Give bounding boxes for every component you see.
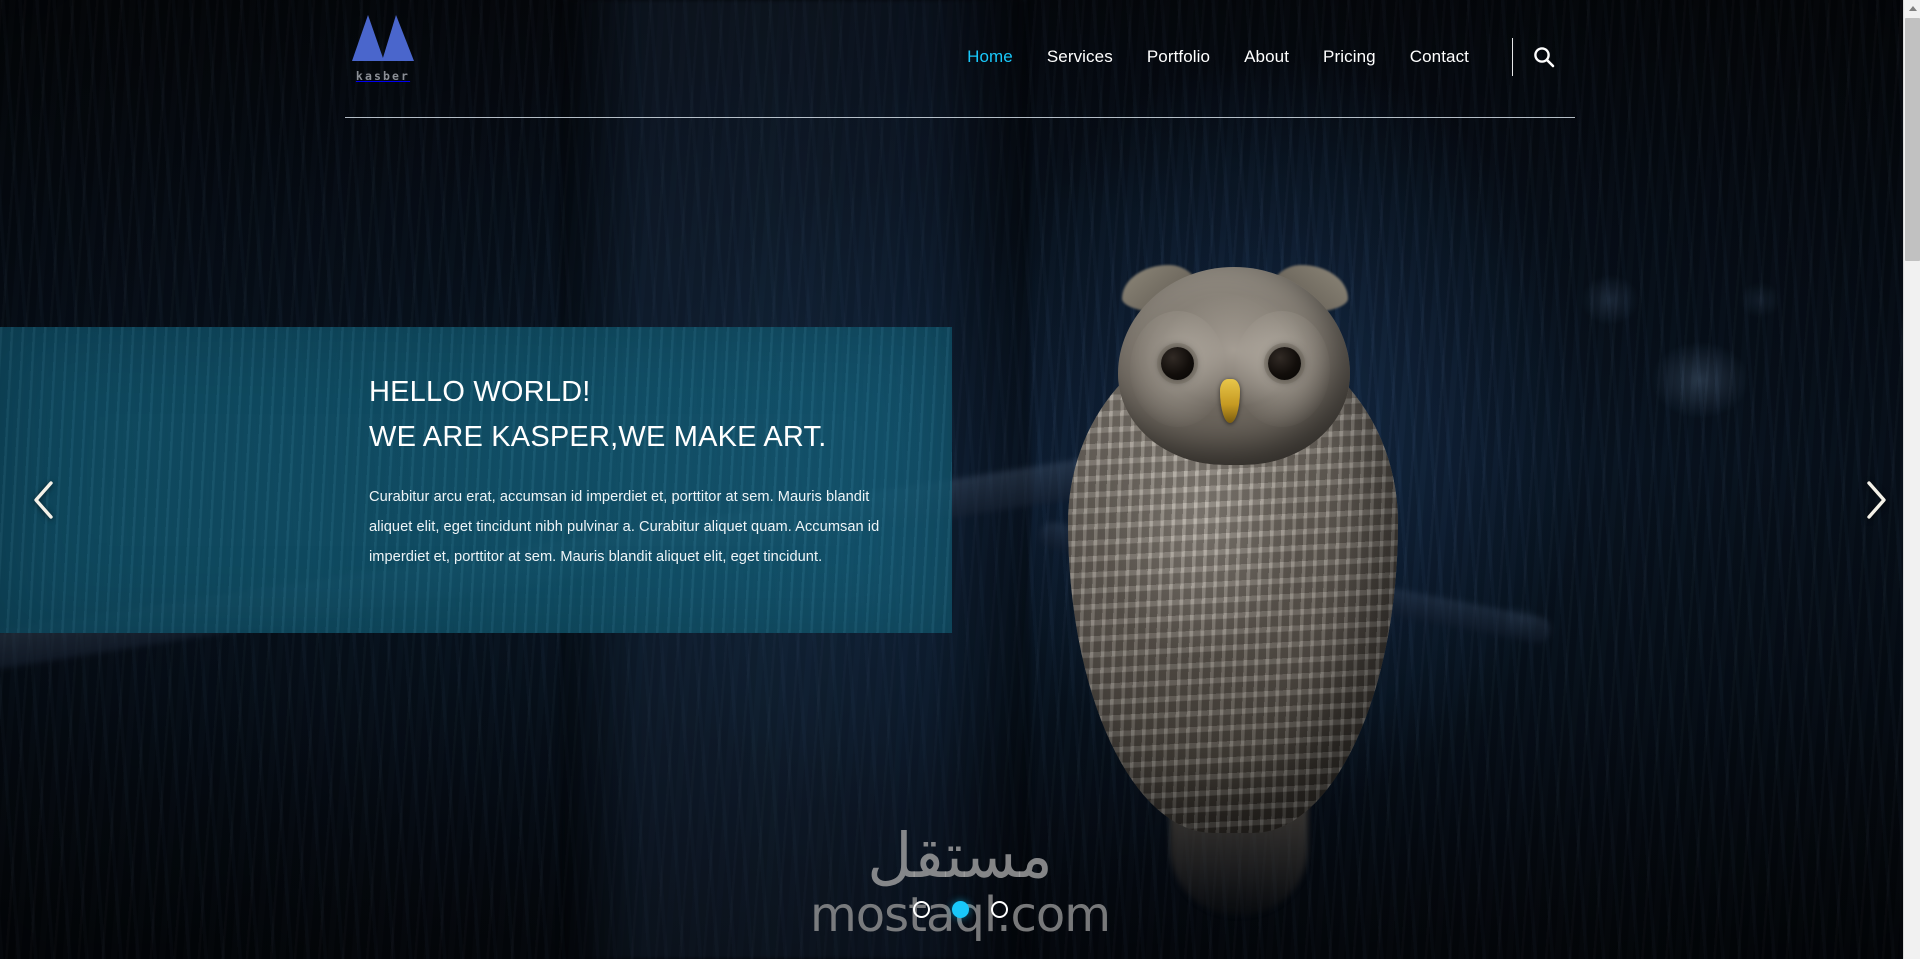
scrollbar-up-arrow[interactable] [1904,0,1920,17]
owl-eye-left [1161,347,1194,380]
search-icon [1534,47,1555,68]
carousel-bullet-2[interactable] [951,901,969,918]
hero-heading-line2: WE ARE KASPER,WE MAKE ART. [369,421,827,454]
owl-illustration [980,225,1480,915]
page-root: kasber Home Services Portfolio About Pri… [0,0,1920,959]
double-triangle-m-logo-icon [352,15,414,61]
carousel-bullet-1[interactable] [912,901,930,918]
carousel-next-button[interactable] [1848,472,1904,528]
site-logo[interactable]: kasber [352,15,414,83]
nav-item-portfolio[interactable]: Portfolio [1130,47,1227,67]
owl-eye-right [1268,347,1301,380]
hero-heading-line1: HELLO WORLD! [369,376,591,408]
nav-item-about[interactable]: About [1227,47,1306,67]
header-nav-area: Home Services Portfolio About Pricing Co… [950,38,1575,76]
site-header: kasber Home Services Portfolio About Pri… [0,0,1920,118]
search-button[interactable] [1513,38,1575,76]
hero-text-panel: HELLO WORLD! WE ARE KASPER,WE MAKE ART. … [0,327,952,633]
hero-content: HELLO WORLD! WE ARE KASPER,WE MAKE ART. … [0,327,952,573]
carousel-prev-button[interactable] [16,472,72,528]
chevron-left-icon [34,481,53,519]
site-logo-text: kasber [355,69,411,83]
carousel-bullet-3[interactable] [990,901,1008,918]
main-navigation: Home Services Portfolio About Pricing Co… [950,47,1486,67]
chevron-right-icon [1867,481,1886,519]
carousel-bullets [0,901,1920,918]
hero-paragraph: Curabitur arcu erat, accumsan id imperdi… [369,488,880,566]
header-inner: kasber Home Services Portfolio About Pri… [345,0,1575,118]
nav-item-services[interactable]: Services [1030,47,1130,67]
browser-scrollbar[interactable] [1903,0,1920,959]
nav-item-pricing[interactable]: Pricing [1306,47,1393,67]
nav-item-home[interactable]: Home [950,47,1030,67]
scrollbar-thumb[interactable] [1905,18,1920,261]
nav-item-contact[interactable]: Contact [1393,47,1486,67]
